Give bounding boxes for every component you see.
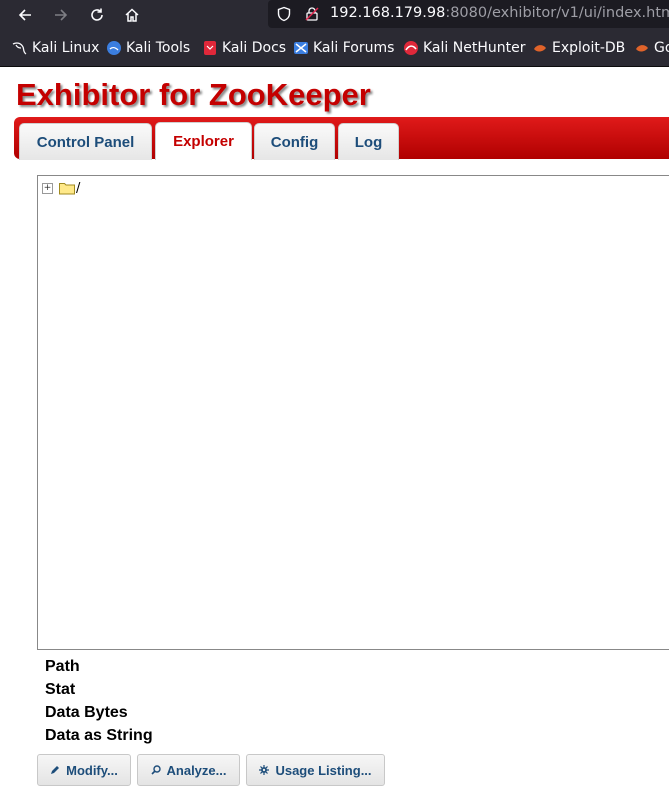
stat-label: Stat <box>45 681 76 698</box>
shield-icon <box>277 6 291 22</box>
bookmarks-bar: Kali Linux Kali Tools Kali Docs Kali For… <box>0 30 669 67</box>
ghdb-icon <box>636 45 648 52</box>
modify-button[interactable]: Modify... <box>37 754 131 786</box>
tree-root-node[interactable]: + / <box>42 181 80 196</box>
kali-tools-icon <box>107 41 121 55</box>
forward-button[interactable] <box>49 3 73 27</box>
usage-listing-button[interactable]: Usage Listing... <box>246 754 385 786</box>
bookmark-label: Kali Forums <box>313 40 395 56</box>
tab-control-panel[interactable]: Control Panel <box>19 123 152 160</box>
kali-dragon-icon <box>12 42 27 55</box>
magnifier-icon <box>150 765 161 775</box>
bookmark-kali-linux[interactable]: Kali Linux <box>12 38 99 58</box>
tab-explorer[interactable]: Explorer <box>155 122 252 160</box>
bookmark-kali-docs[interactable]: Kali Docs <box>202 38 286 58</box>
znode-tree[interactable]: + / <box>37 175 669 650</box>
bookmark-label: Kali Docs <box>222 40 287 56</box>
bookmark-label: Go <box>654 40 669 56</box>
bookmark-go[interactable]: Go <box>634 38 669 58</box>
expand-icon[interactable]: + <box>42 183 53 194</box>
analyze-button[interactable]: Analyze... <box>137 754 240 786</box>
exploit-db-icon <box>534 45 546 52</box>
modify-label: Modify... <box>66 762 118 778</box>
reload-button[interactable] <box>85 3 109 27</box>
arrow-right-icon <box>55 9 68 21</box>
tab-config[interactable]: Config <box>254 123 335 160</box>
arrow-left-icon <box>18 9 31 21</box>
bookmark-label: Exploit-DB <box>552 40 626 56</box>
insecure-lock-icon <box>305 7 319 21</box>
nethunter-icon <box>404 41 418 55</box>
url-text: 192.168.179.98:8080/exhibitor/v1/ui/inde… <box>330 5 669 21</box>
bookmark-label: Kali NetHunter <box>423 40 526 56</box>
bookmark-label: Kali Linux <box>32 40 100 56</box>
bookmark-kali-tools[interactable]: Kali Tools <box>106 38 190 58</box>
kali-forums-icon <box>294 42 308 54</box>
tree-root-label: / <box>76 181 81 196</box>
gear-icon <box>259 765 270 775</box>
folder-icon <box>59 183 75 195</box>
home-button[interactable] <box>120 3 144 27</box>
page-title: Exhibitor for ZooKeeper <box>16 77 371 112</box>
bookmark-kali-forums[interactable]: Kali Forums <box>293 38 394 58</box>
page-content: Exhibitor for ZooKeeper Control Panel Ex… <box>0 67 669 787</box>
url-path: :8080/exhibitor/v1/ui/index.html <box>445 5 669 21</box>
tab-log[interactable]: Log <box>338 123 399 160</box>
analyze-label: Analyze... <box>166 762 227 778</box>
tab-bar: Control Panel Explorer Config Log <box>14 117 669 160</box>
path-label: Path <box>45 658 80 675</box>
data-string-label: Data as String <box>45 727 153 744</box>
pencil-icon <box>51 766 60 774</box>
url-host: 192.168.179.98 <box>330 5 446 21</box>
browser-toolbar: 192.168.179.98:8080/exhibitor/v1/ui/inde… <box>0 0 669 30</box>
bookmark-kali-nethunter[interactable]: Kali NetHunter <box>403 38 525 58</box>
reload-icon <box>91 8 103 21</box>
kali-docs-icon <box>204 41 216 55</box>
url-bar[interactable]: 192.168.179.98:8080/exhibitor/v1/ui/inde… <box>268 0 669 28</box>
usage-listing-label: Usage Listing... <box>275 762 372 778</box>
bookmark-exploit-db[interactable]: Exploit-DB <box>532 38 625 58</box>
home-icon <box>125 8 139 22</box>
bookmark-label: Kali Tools <box>126 40 191 56</box>
back-button[interactable] <box>13 3 37 27</box>
data-bytes-label: Data Bytes <box>45 704 128 721</box>
